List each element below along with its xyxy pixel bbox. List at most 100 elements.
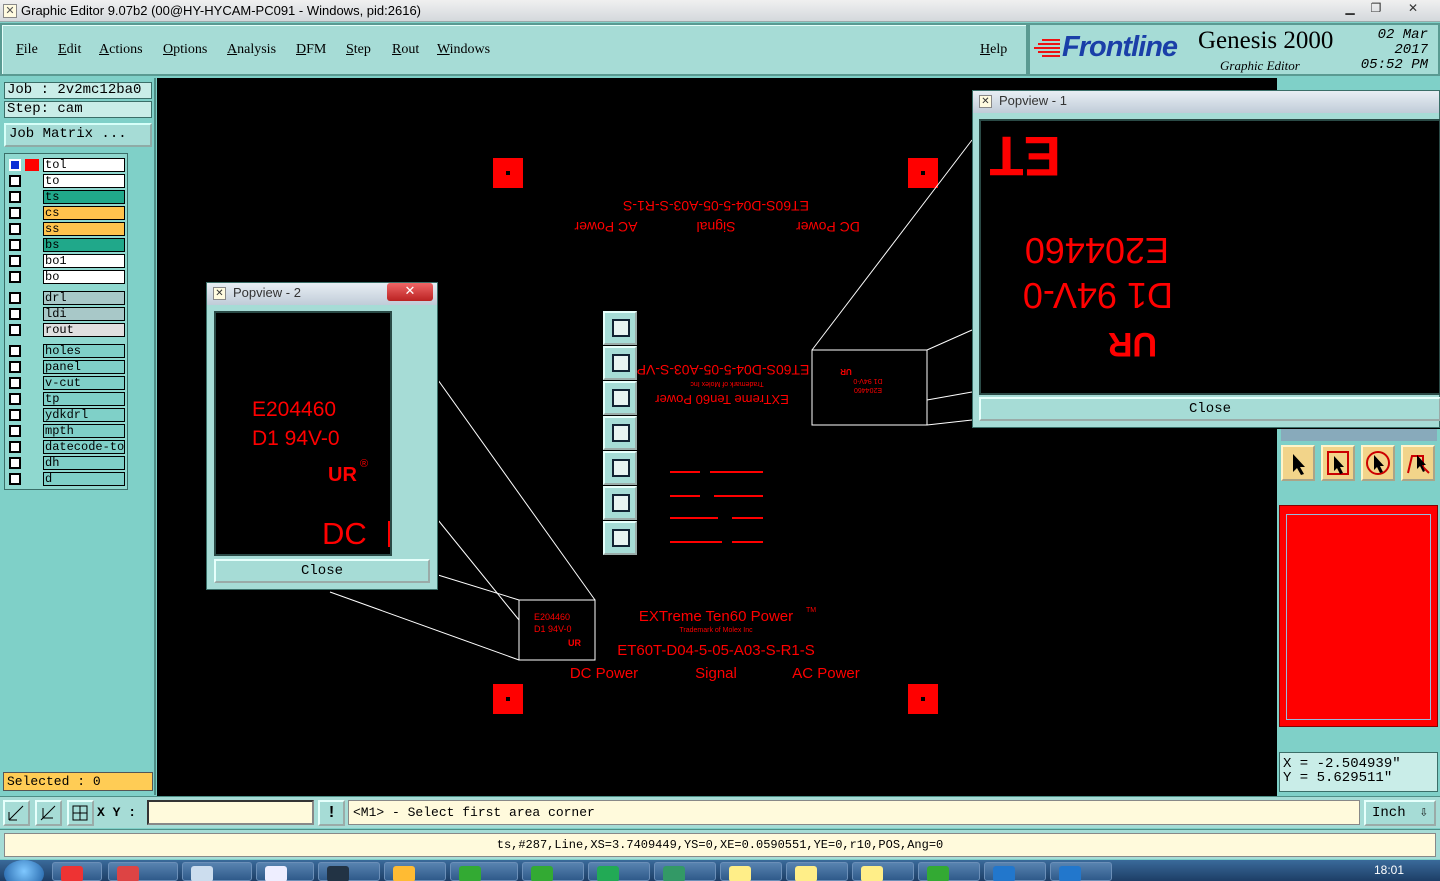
close-button[interactable]: ✕ — [1390, 0, 1436, 18]
xy-input[interactable] — [147, 800, 314, 825]
taskbar-app[interactable] — [318, 862, 380, 881]
layer-name: bs — [43, 238, 125, 252]
popview-2-close-icon[interactable]: ✕ — [387, 283, 433, 301]
menu-rout[interactable]: Rout — [392, 42, 419, 58]
taskbar-app[interactable] — [256, 862, 314, 881]
layer-checkbox[interactable] — [9, 425, 21, 437]
overview-map[interactable] — [1279, 505, 1438, 727]
select-tool[interactable] — [1281, 445, 1315, 481]
start-button[interactable] — [4, 860, 44, 881]
layer-checkbox[interactable] — [9, 292, 21, 304]
taskbar-app[interactable] — [786, 862, 848, 881]
menu-dfm[interactable]: DFM — [296, 42, 326, 58]
taskbar-app[interactable] — [108, 862, 178, 881]
layer-row-tol[interactable]: tol — [7, 158, 127, 172]
taskbar-app[interactable] — [918, 862, 980, 881]
layer-row-dh[interactable]: dh — [7, 456, 127, 470]
layer-row-ss[interactable]: ss — [7, 222, 127, 236]
layer-checkbox[interactable] — [9, 308, 21, 320]
popview-pan-right-button[interactable] — [603, 451, 637, 485]
layer-checkbox[interactable] — [9, 207, 21, 219]
taskbar-app[interactable] — [588, 862, 650, 881]
layer-checkbox[interactable] — [9, 473, 21, 485]
layer-name: d — [43, 472, 125, 486]
maximize-button[interactable]: ❐ — [1363, 0, 1389, 18]
layer-row-tp[interactable]: tp — [7, 392, 127, 406]
layer-checkbox[interactable] — [9, 239, 21, 251]
layer-row-datecode-tol[interactable]: datecode-tol — [7, 440, 127, 454]
popview-1-close-button[interactable]: Close — [979, 397, 1440, 421]
layer-row-panel[interactable]: panel — [7, 360, 127, 374]
taskbar-app[interactable] — [984, 862, 1046, 881]
unit-select[interactable]: Inch ⇩ — [1364, 800, 1436, 826]
layer-checkbox[interactable] — [9, 175, 21, 187]
menu-actions[interactable]: Actions — [99, 42, 143, 58]
menu-options[interactable]: Options — [163, 42, 207, 58]
layer-checkbox[interactable] — [9, 409, 21, 421]
layer-checkbox[interactable] — [9, 271, 21, 283]
alert-button[interactable]: ! — [318, 800, 345, 826]
layer-row-ydkdrl[interactable]: ydkdrl — [7, 408, 127, 422]
board-text-model-mid: ET60S-D04-5-05-A03-S-VP-S — [623, 362, 810, 378]
layer-row-v-cut[interactable]: v-cut — [7, 376, 127, 390]
popview-pan-down-button[interactable] — [603, 381, 637, 415]
layer-row-rout[interactable]: rout — [7, 323, 127, 337]
menu-help[interactable]: Help — [980, 42, 1007, 58]
popview-1-view[interactable]: E204460 D1 94V-0 UR ET — [979, 119, 1440, 395]
popview-zoom-button[interactable] — [603, 311, 637, 345]
layer-row-d[interactable]: d — [7, 472, 127, 486]
layer-row-bo1[interactable]: bo1 — [7, 254, 127, 268]
measure-button[interactable] — [35, 800, 62, 826]
menu-step[interactable]: Step — [346, 42, 371, 58]
layer-row-cs[interactable]: cs — [7, 206, 127, 220]
taskbar-app[interactable] — [522, 862, 584, 881]
layer-row-holes[interactable]: holes — [7, 344, 127, 358]
taskbar-app[interactable] — [852, 862, 914, 881]
popview-fit-button[interactable] — [603, 521, 637, 555]
layer-checkbox[interactable] — [9, 457, 21, 469]
layer-checkbox[interactable] — [9, 191, 21, 203]
layer-checkbox[interactable] — [9, 324, 21, 336]
layer-row-ts[interactable]: ts — [7, 190, 127, 204]
popview-zoom-in-button[interactable] — [603, 486, 637, 520]
grid-button[interactable] — [67, 800, 94, 826]
popview-pan-up-button[interactable] — [603, 346, 637, 380]
minimize-button[interactable]: ▁ — [1337, 0, 1363, 18]
layer-checkbox[interactable] — [9, 345, 21, 357]
layer-checkbox[interactable] — [9, 441, 21, 453]
layer-row-ldi[interactable]: ldi — [7, 307, 127, 321]
layer-checkbox[interactable] — [9, 255, 21, 267]
snap-button[interactable] — [3, 800, 30, 826]
taskbar-app[interactable] — [450, 862, 518, 881]
taskbar-app[interactable] — [1050, 862, 1112, 881]
taskbar-app[interactable] — [52, 862, 102, 881]
taskbar-app[interactable] — [384, 862, 446, 881]
layer-checkbox[interactable] — [9, 377, 21, 389]
popview-2-close-button[interactable]: Close — [214, 559, 430, 583]
layer-checkbox[interactable] — [9, 159, 21, 171]
layer-checkbox[interactable] — [9, 223, 21, 235]
layer-row-drl[interactable]: drl — [7, 291, 127, 305]
popview-2-dc: DC — [322, 516, 367, 551]
menu-analysis[interactable]: Analysis — [227, 42, 276, 58]
layer-row-bo[interactable]: bo — [7, 270, 127, 284]
menu-windows[interactable]: Windows — [437, 42, 490, 58]
taskbar-app[interactable] — [654, 862, 716, 881]
popview-pan-left-button[interactable] — [603, 416, 637, 450]
taskbar-app[interactable] — [182, 862, 252, 881]
layer-row-to[interactable]: to — [7, 174, 127, 188]
select-feature-tool[interactable] — [1321, 445, 1355, 481]
menu-edit[interactable]: Edit — [58, 42, 81, 58]
job-matrix-button[interactable]: Job Matrix ... — [4, 123, 152, 147]
menu-file[interactable]: File — [16, 42, 38, 58]
select-area-tool[interactable] — [1361, 445, 1395, 481]
taskbar-app[interactable] — [720, 862, 782, 881]
layer-checkbox[interactable] — [9, 393, 21, 405]
layer-list: tol to ts cs ss bs bo1 bo drl ldi rout holes panel v-… — [4, 153, 128, 490]
layer-row-mpth[interactable]: mpth — [7, 424, 127, 438]
popview-2-view[interactable]: E204460 D1 94V-0 UR ® DC — [214, 311, 392, 556]
popview-1-ul-mark: UR — [1108, 325, 1157, 363]
layer-checkbox[interactable] — [9, 361, 21, 373]
select-net-tool[interactable] — [1401, 445, 1435, 481]
layer-row-bs[interactable]: bs — [7, 238, 127, 252]
